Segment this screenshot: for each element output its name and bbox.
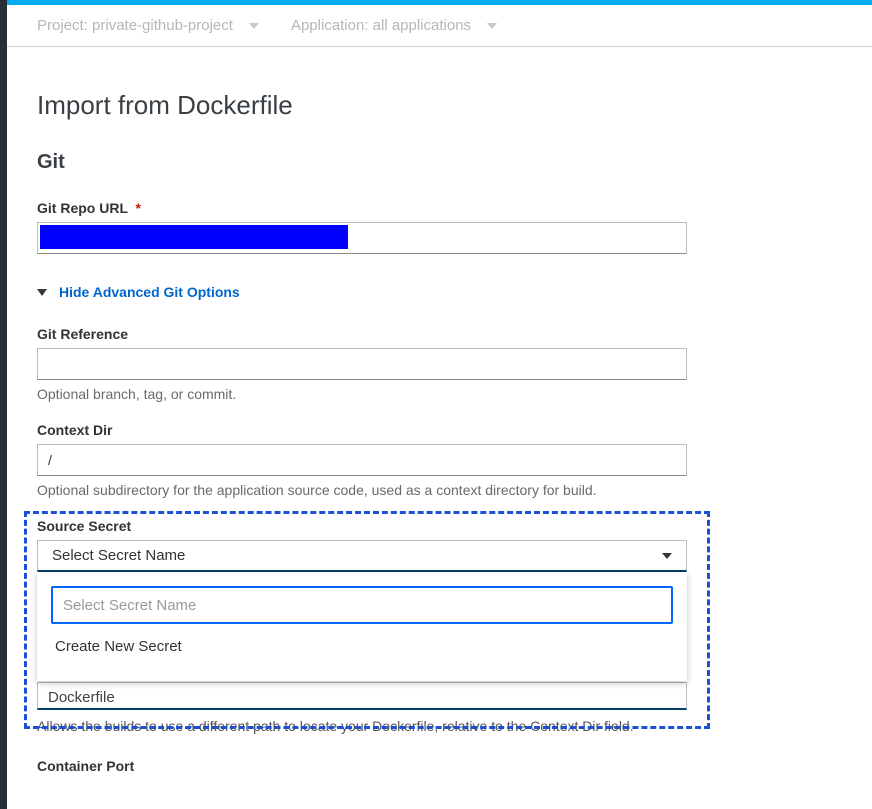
- container-port-label: Container Port: [37, 758, 842, 774]
- advanced-git-toggle[interactable]: Hide Advanced Git Options: [37, 284, 842, 300]
- required-indicator: *: [132, 200, 141, 216]
- dockerfile-path-help: Allows the builds to use a different pat…: [37, 718, 687, 734]
- context-dir-group: Context Dir Optional subdirectory for th…: [37, 422, 842, 498]
- context-dir-help: Optional subdirectory for the applicatio…: [37, 482, 842, 498]
- container-port-group: Container Port: [37, 758, 842, 774]
- source-secret-label: Source Secret: [37, 518, 842, 534]
- chevron-down-icon: [249, 23, 259, 29]
- chevron-down-icon: [37, 289, 47, 296]
- source-secret-group: Source Secret Select Secret Name Create …: [37, 518, 842, 734]
- source-secret-search-input[interactable]: [51, 586, 673, 624]
- git-reference-input[interactable]: [37, 348, 687, 380]
- git-repo-url-label: Git Repo URL *: [37, 200, 842, 216]
- project-selector-label: Project: private-github-project: [37, 17, 233, 34]
- project-context-bar: Project: private-github-project Applicat…: [7, 5, 872, 47]
- chevron-down-icon: [487, 23, 497, 29]
- source-secret-dropdown: Create New Secret: [37, 572, 687, 681]
- dockerfile-path-input[interactable]: Dockerfile: [37, 682, 687, 710]
- dockerfile-path-value: Dockerfile: [48, 689, 115, 706]
- git-repo-url-input[interactable]: [37, 222, 687, 254]
- application-selector[interactable]: Application: all applications: [291, 17, 497, 34]
- advanced-git-toggle-label: Hide Advanced Git Options: [59, 284, 240, 300]
- left-nav-rail: [0, 0, 7, 809]
- git-repo-url-group: Git Repo URL *: [37, 200, 842, 254]
- context-dir-label: Context Dir: [37, 422, 842, 438]
- page-content: Import from Dockerfile Git Git Repo URL …: [7, 48, 872, 809]
- application-selector-label: Application: all applications: [291, 17, 471, 34]
- source-secret-select[interactable]: Select Secret Name: [37, 540, 687, 572]
- project-selector[interactable]: Project: private-github-project: [37, 17, 259, 34]
- source-secret-option-create[interactable]: Create New Secret: [51, 624, 673, 659]
- context-dir-input[interactable]: [37, 444, 687, 476]
- chevron-down-icon: [662, 553, 672, 559]
- git-repo-url-selection: [40, 225, 348, 249]
- source-secret-select-wrap: Select Secret Name Create New Secret: [37, 540, 687, 572]
- git-section-title: Git: [37, 151, 842, 174]
- source-secret-selected: Select Secret Name: [52, 547, 185, 564]
- git-reference-help: Optional branch, tag, or commit.: [37, 386, 842, 402]
- git-reference-group: Git Reference Optional branch, tag, or c…: [37, 326, 842, 402]
- git-reference-label: Git Reference: [37, 326, 842, 342]
- page-title: Import from Dockerfile: [37, 90, 842, 121]
